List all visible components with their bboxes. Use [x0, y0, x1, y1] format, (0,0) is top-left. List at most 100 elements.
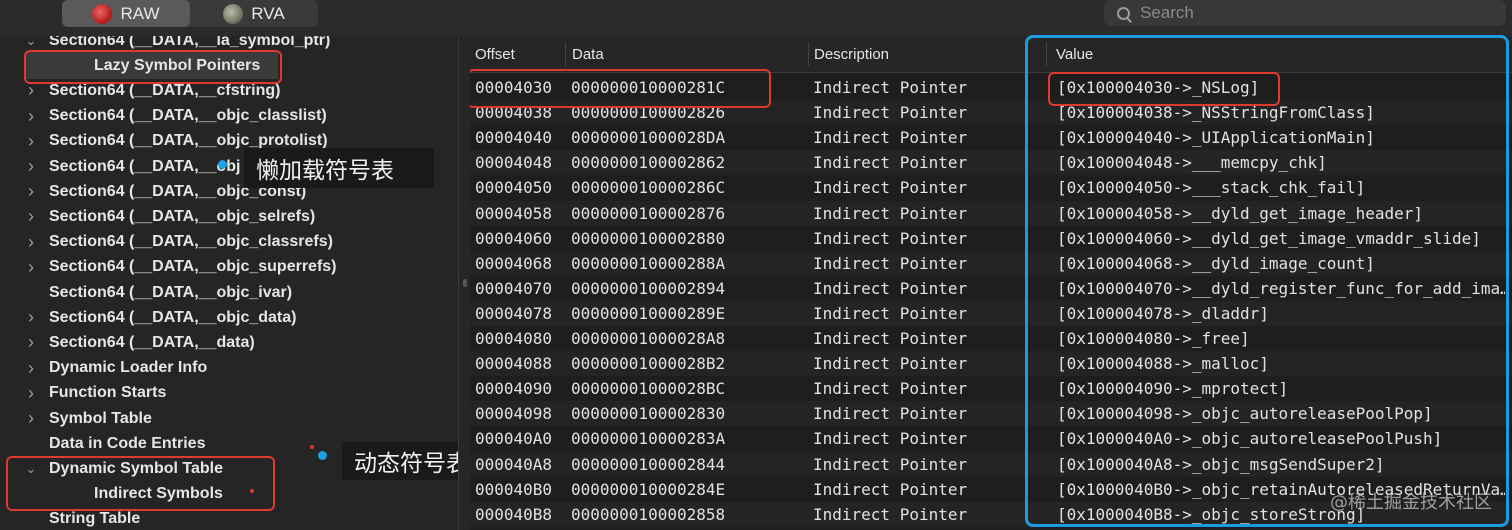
chevron-right-icon[interactable]: ›: [24, 206, 38, 227]
description-cell: Indirect Pointer: [813, 329, 968, 348]
chevron-right-icon[interactable]: ›: [24, 358, 38, 379]
tree-item[interactable]: Data in Code Entries: [0, 431, 205, 456]
description-cell: Indirect Pointer: [813, 228, 968, 248]
data-cell: 000000010000286C: [571, 178, 726, 198]
description-cell: Indirect Pointer: [813, 103, 968, 123]
tree-item-label: Section64 (__DATA,__objc_classrefs): [49, 233, 333, 251]
column-header-offset[interactable]: Offset: [475, 36, 515, 72]
data-cell: 00000001000028B2: [571, 354, 726, 374]
column-divider[interactable]: [808, 42, 809, 66]
search-input[interactable]: Search: [1104, 0, 1506, 26]
offset-cell: 00004078: [475, 303, 553, 323]
tree-item[interactable]: › Function Starts: [0, 381, 166, 406]
lazy-symbol-pointers-highlight: [24, 50, 282, 84]
tree-item-label: Section64 (__DATA,__objc_classlist): [49, 107, 327, 125]
description-cell: Indirect Pointer: [813, 203, 968, 223]
tree-item-label: Section64 (__DATA,__obj: [49, 157, 241, 175]
tree-item[interactable]: › Section64 (__DATA,__obj: [0, 154, 240, 179]
tree-item-label: Section64 (__DATA,__la_symbol_ptr): [49, 36, 331, 49]
offset-cell: 000040B0: [475, 479, 553, 499]
offset-cell: 00004050: [475, 178, 553, 198]
tree-item-label: Section64 (__DATA,__cfstring): [49, 81, 281, 99]
data-cell: 000000010000283A: [571, 429, 726, 449]
offset-cell: 00004090: [475, 379, 553, 399]
data-cell: 000000010000288A: [571, 253, 726, 273]
dynamic-symbol-table-highlight: [6, 456, 275, 511]
tree-item-label: String Table: [49, 510, 141, 528]
column-header-description[interactable]: Description: [814, 36, 889, 72]
description-cell: Indirect Pointer: [813, 253, 968, 273]
description-cell: Indirect Pointer: [813, 429, 968, 449]
view-mode-segmented-control: RAW RVA: [62, 0, 318, 27]
chevron-right-icon[interactable]: ›: [24, 408, 38, 429]
marker-dot: [250, 489, 254, 493]
tree-item[interactable]: › Section64 (__DATA,__objc_selrefs): [0, 204, 315, 229]
chevron-right-icon[interactable]: ›: [24, 131, 38, 152]
description-cell: Indirect Pointer: [813, 153, 968, 173]
chevron-right-icon[interactable]: ›: [24, 181, 38, 202]
apple-icon: [92, 3, 113, 24]
tree-item[interactable]: › Section64 (__DATA,__data): [0, 330, 255, 355]
description-cell: Indirect Pointer: [813, 128, 968, 148]
rva-mode-label: RVA: [251, 3, 285, 23]
search-icon: [1117, 6, 1132, 23]
tree-item[interactable]: › Section64 (__DATA,__objc_data): [0, 305, 296, 330]
column-divider[interactable]: [565, 42, 566, 66]
callout-anchor-dot: [218, 160, 227, 169]
offset-cell: 00004048: [475, 153, 553, 173]
tree-item[interactable]: › Section64 (__DATA,__objc_classlist): [0, 104, 327, 129]
description-cell: Indirect Pointer: [813, 178, 968, 198]
tree-item-label: Symbol Table: [49, 409, 152, 427]
offset-cell: 00004070: [475, 278, 553, 298]
raw-mode-label: RAW: [120, 3, 160, 23]
description-cell: Indirect Pointer: [813, 278, 968, 298]
marker-dot: [310, 445, 314, 449]
chevron-down-icon[interactable]: ⌄: [24, 36, 38, 49]
lazy-symbol-callout: 懒加载符号表: [244, 148, 434, 188]
toolbar: RAW RVA Search: [0, 0, 1512, 36]
description-cell: Indirect Pointer: [813, 454, 968, 474]
tree-item[interactable]: Section64 (__DATA,__objc_ivar): [0, 280, 292, 305]
data-cell: 0000000100002876: [571, 203, 726, 223]
description-cell: Indirect Pointer: [813, 354, 968, 374]
data-cell: 00000001000028BC: [571, 379, 726, 399]
data-cell: 0000000100002844: [571, 454, 726, 474]
chevron-right-icon[interactable]: ›: [24, 257, 38, 278]
offset-cell: 00004098: [475, 404, 553, 424]
raw-mode-button[interactable]: RAW: [62, 0, 190, 27]
chevron-right-icon[interactable]: ›: [24, 383, 38, 404]
gear-apple-icon: [223, 3, 244, 24]
offset-cell: 00004080: [475, 329, 553, 348]
rva-mode-button[interactable]: RVA: [190, 0, 318, 27]
watermark: @稀土掘金技术社区: [1330, 492, 1492, 513]
data-cell: 0000000100002862: [571, 153, 726, 173]
chevron-right-icon[interactable]: ›: [24, 332, 38, 353]
value-column-highlight: [1025, 35, 1509, 527]
tree-item[interactable]: › Dynamic Loader Info: [0, 356, 207, 381]
data-cell: 00000001000028A8: [571, 329, 726, 348]
column-header-data[interactable]: Data: [572, 36, 604, 72]
offset-cell: 00004058: [475, 203, 553, 223]
chevron-right-icon[interactable]: ›: [24, 307, 38, 328]
tree-item-label: Section64 (__DATA,__data): [49, 333, 255, 351]
chevron-right-icon[interactable]: ›: [24, 106, 38, 127]
tree-item-label: Section64 (__DATA,__objc_data): [49, 308, 297, 326]
chevron-right-icon[interactable]: ›: [24, 232, 38, 253]
data-cell: 000000010000289E: [571, 303, 726, 323]
description-cell: Indirect Pointer: [813, 404, 968, 424]
tree-item-label: Data in Code Entries: [49, 434, 206, 452]
offset-cell: 00004040: [475, 128, 553, 148]
description-cell: Indirect Pointer: [813, 379, 968, 399]
tree-item[interactable]: › Section64 (__DATA,__objc_superrefs): [0, 255, 337, 280]
offset-cell: 00004068: [475, 253, 553, 273]
splitter-grip-icon[interactable]: [463, 279, 467, 287]
chevron-right-icon[interactable]: ›: [24, 156, 38, 177]
tree-item-label: Function Starts: [49, 384, 167, 402]
first-row-highlight: [470, 69, 771, 108]
description-cell: Indirect Pointer: [813, 479, 968, 499]
tree-item[interactable]: › Section64 (__DATA,__objc_classrefs): [0, 230, 333, 255]
data-cell: 0000000100002830: [571, 404, 726, 424]
tree-item[interactable]: › Symbol Table: [0, 406, 152, 431]
description-cell: Indirect Pointer: [813, 78, 968, 97]
data-cell: 000000010000284E: [571, 479, 726, 499]
